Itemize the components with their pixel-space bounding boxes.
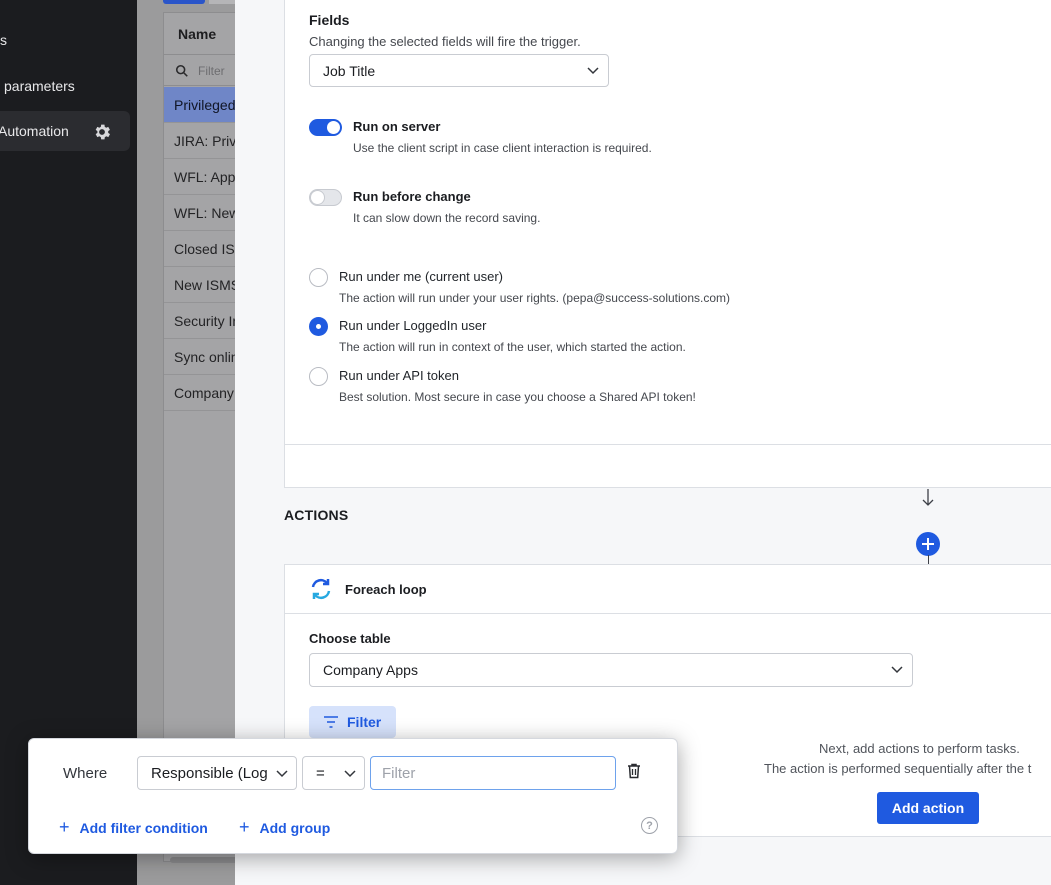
list-filter[interactable]: Filter (164, 56, 235, 86)
filter-icon (324, 716, 338, 728)
fields-select-value: Job Title (323, 62, 376, 79)
run-under-api-token-hint: Best solution. Most secure in case you c… (339, 390, 696, 404)
choose-table-label: Choose table (309, 631, 391, 646)
search-icon (175, 64, 188, 77)
add-group-label: Add group (259, 819, 331, 836)
trigger-card: Fields Changing the selected fields will… (284, 0, 1051, 488)
list-filter-placeholder: Filter (198, 63, 225, 78)
chevron-down-icon (276, 770, 288, 778)
sidebar-item-label: s (0, 32, 7, 48)
run-under-loggedin-hint: The action will run in context of the us… (339, 340, 686, 354)
column-header-name[interactable]: Name (164, 13, 235, 55)
chevron-down-icon (891, 666, 903, 674)
sidebar-item-partial[interactable]: s (0, 20, 130, 60)
where-label: Where (63, 765, 108, 782)
list-top-buttons (163, 0, 239, 4)
run-before-change-toggle[interactable] (309, 189, 342, 206)
sidebar-item-label: Automation (0, 123, 69, 139)
filter-field-select[interactable]: Responsible (Log (137, 756, 297, 790)
table-select-value: Company Apps (323, 662, 418, 678)
run-on-server-label: Run on server (353, 119, 441, 134)
sidebar-item-parameters[interactable]: parameters (0, 66, 130, 106)
run-on-server-toggle[interactable] (309, 119, 342, 136)
plus-icon (922, 538, 934, 550)
fields-label: Fields (309, 12, 350, 28)
filter-popup: Where Responsible (Log = + Add filter co… (28, 738, 678, 854)
add-filter-condition-label: Add filter condition (79, 819, 208, 836)
run-under-api-token-label: Run under API token (339, 368, 459, 383)
table-select[interactable]: Company Apps (309, 653, 913, 687)
automation-list: Name Filter Privileged JIRA: Privi WFL: … (163, 12, 240, 863)
chevron-down-icon (587, 67, 599, 75)
radio-run-under-me[interactable] (309, 268, 328, 287)
plus-icon: + (59, 817, 70, 837)
run-before-change-hint: It can slow down the record saving. (353, 211, 541, 225)
run-under-me-hint: The action will run under your user righ… (339, 291, 731, 305)
card-divider (285, 444, 1051, 445)
filter-operator-select[interactable]: = (302, 756, 365, 790)
list-item[interactable]: WFL: Appr (164, 159, 235, 195)
run-under-loggedin-label: Run under LoggedIn user (339, 318, 487, 333)
list-item[interactable]: Privileged (164, 87, 235, 123)
run-on-server-hint: Use the client script in case client int… (353, 141, 652, 155)
fields-hint: Changing the selected fields will fire t… (309, 34, 581, 49)
add-group-link[interactable]: + Add group (239, 817, 330, 838)
sequential-text: The action is performed sequentially aft… (764, 761, 1032, 776)
sidebar-item-label: parameters (4, 78, 75, 94)
list-item[interactable]: JIRA: Privi (164, 123, 235, 159)
list-item[interactable]: Sync onlin (164, 339, 235, 375)
arrow-down-icon (922, 489, 934, 506)
radio-run-under-api-token[interactable] (309, 367, 328, 386)
filter-field-value: Responsible (Log (151, 764, 268, 782)
plus-icon: + (239, 817, 250, 837)
run-under-me-label: Run under me (current user) (339, 269, 504, 284)
chevron-down-icon (344, 770, 356, 778)
loop-title: Foreach loop (345, 582, 427, 597)
add-action-button[interactable]: Add action (877, 792, 979, 824)
primary-tab-button[interactable] (163, 0, 205, 4)
next-actions-text: Next, add actions to perform tasks. (819, 741, 1020, 756)
run-before-change-label: Run before change (353, 189, 471, 204)
trash-icon[interactable] (627, 763, 641, 779)
horizontal-scrollbar[interactable] (170, 857, 240, 863)
add-filter-condition-link[interactable]: + Add filter condition (59, 817, 208, 838)
sidebar-item-automation[interactable]: Automation (0, 111, 130, 151)
gear-icon[interactable] (92, 122, 112, 142)
filter-button[interactable]: Filter (309, 706, 396, 738)
list-item[interactable]: Closed ISM (164, 231, 235, 267)
actions-title: ACTIONS (284, 507, 349, 523)
list-item[interactable]: WFL: New (164, 195, 235, 231)
filter-value-input[interactable] (370, 756, 616, 790)
fields-select[interactable]: Job Title (309, 54, 609, 87)
loop-icon (311, 578, 331, 600)
help-icon[interactable]: ? (641, 817, 658, 834)
list-item[interactable]: Security In (164, 303, 235, 339)
filter-button-label: Filter (347, 714, 382, 730)
radio-run-under-loggedin[interactable] (309, 317, 328, 336)
filter-operator-value: = (316, 764, 325, 782)
list-item[interactable]: Company (164, 375, 235, 411)
list-item[interactable]: New ISMS (164, 267, 235, 303)
add-step-button[interactable] (916, 532, 940, 556)
loop-card-header[interactable]: Foreach loop (285, 565, 1051, 614)
